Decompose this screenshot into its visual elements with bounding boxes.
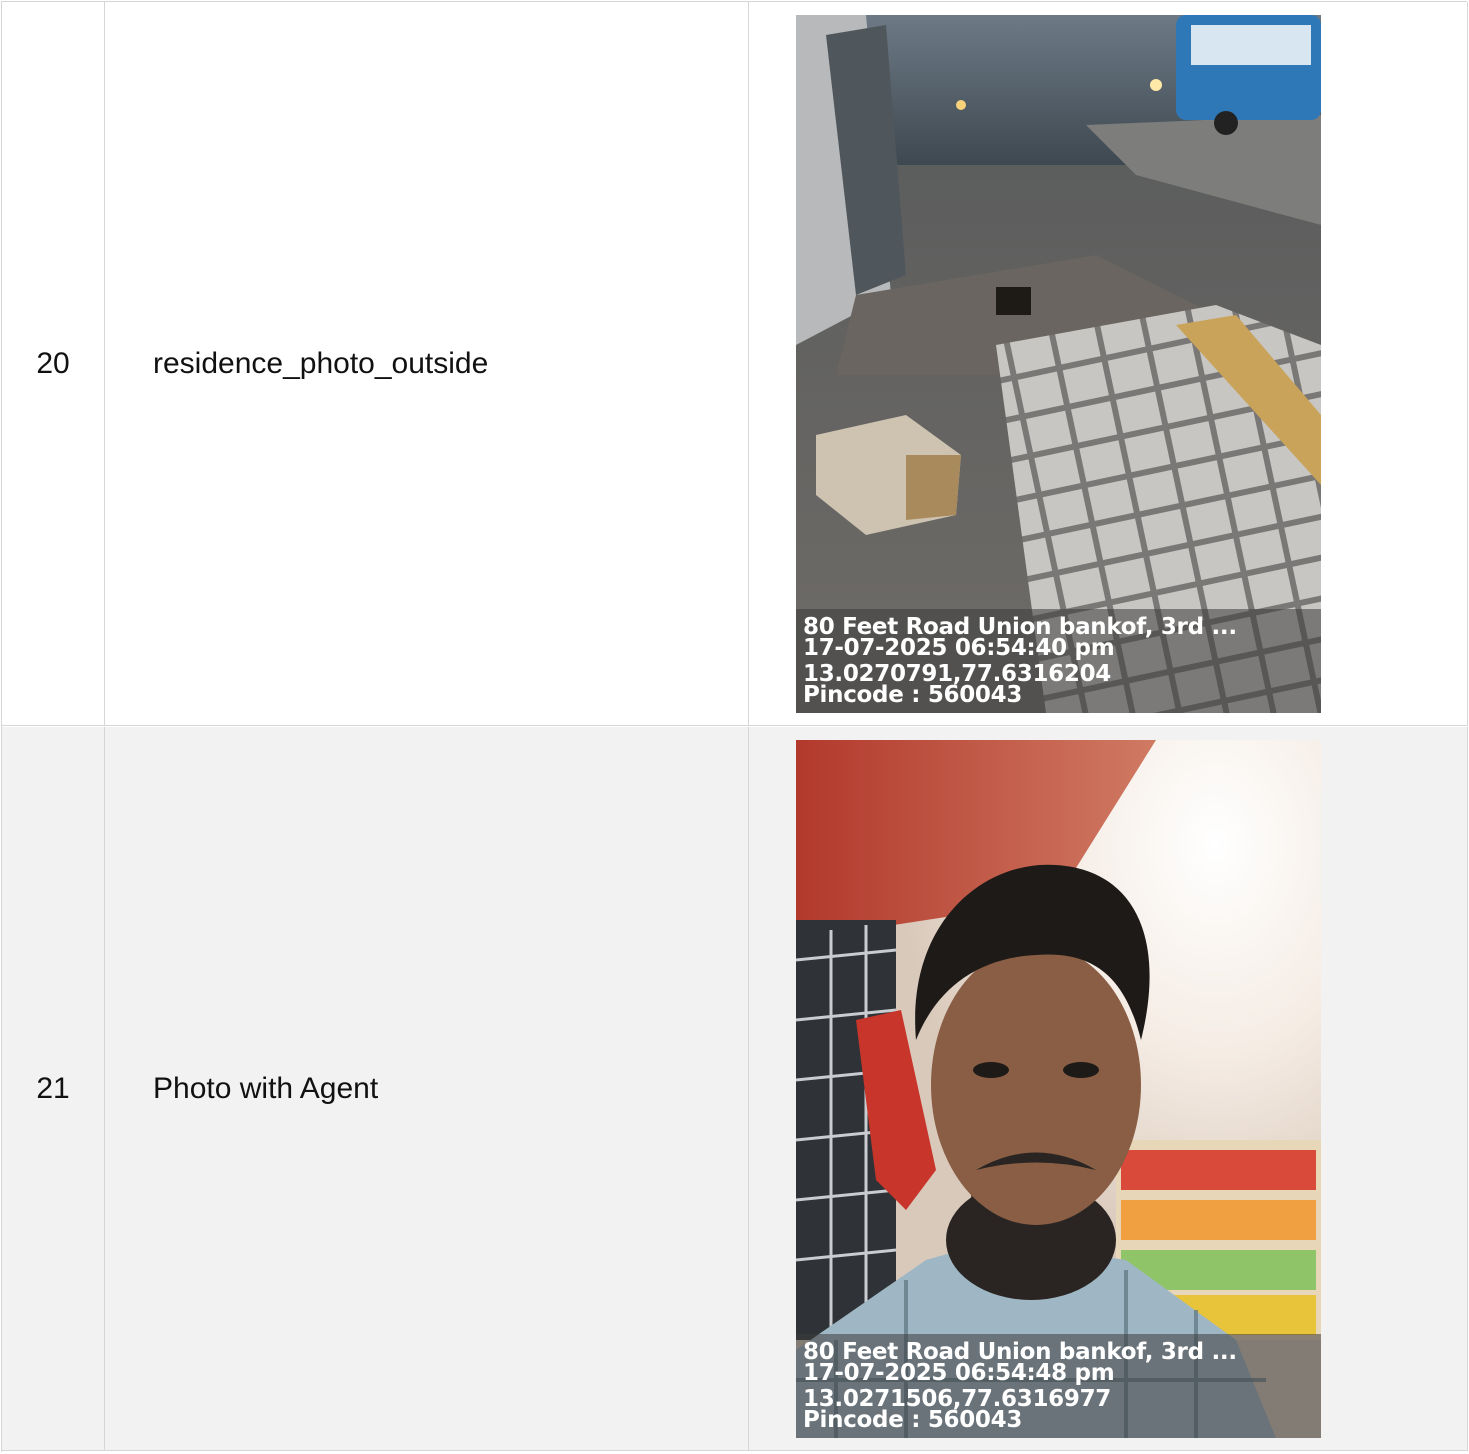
photo-stamp: 80 Feet Road Union bankof, 3rd ... 17-07… — [796, 1333, 1321, 1438]
row-number: 20 — [2, 2, 105, 726]
table-row: 21 Photo with Agent 80 Feet Road Union b… — [2, 727, 1468, 1451]
photo-cell: 80 Feet Road Union bankof, 3rd ... 17-07… — [749, 727, 1468, 1451]
row-number: 21 — [2, 727, 105, 1451]
table-row: 20 residence_photo_outside 80 Feet Road … — [2, 2, 1468, 726]
row-label: Photo with Agent — [105, 727, 749, 1451]
agent-photo[interactable]: 80 Feet Road Union bankof, 3rd ... 17-07… — [796, 739, 1321, 1438]
photo-cell: 80 Feet Road Union bankof, 3rd ... 17-07… — [749, 2, 1468, 726]
stamp-pincode: Pincode : 560043 — [803, 1406, 1023, 1433]
row-label: residence_photo_outside — [105, 2, 749, 726]
stamp-pincode: Pincode : 560043 — [803, 681, 1023, 708]
stamp-datetime: 17-07-2025 06:54:48 pm — [803, 1359, 1115, 1386]
photo-stamp: 80 Feet Road Union bankof, 3rd ... 17-07… — [796, 608, 1321, 713]
photo-table: 20 residence_photo_outside 80 Feet Road … — [1, 1, 1468, 1452]
residence-photo[interactable]: 80 Feet Road Union bankof, 3rd ... 17-07… — [796, 14, 1321, 713]
stamp-datetime: 17-07-2025 06:54:40 pm — [803, 634, 1115, 661]
